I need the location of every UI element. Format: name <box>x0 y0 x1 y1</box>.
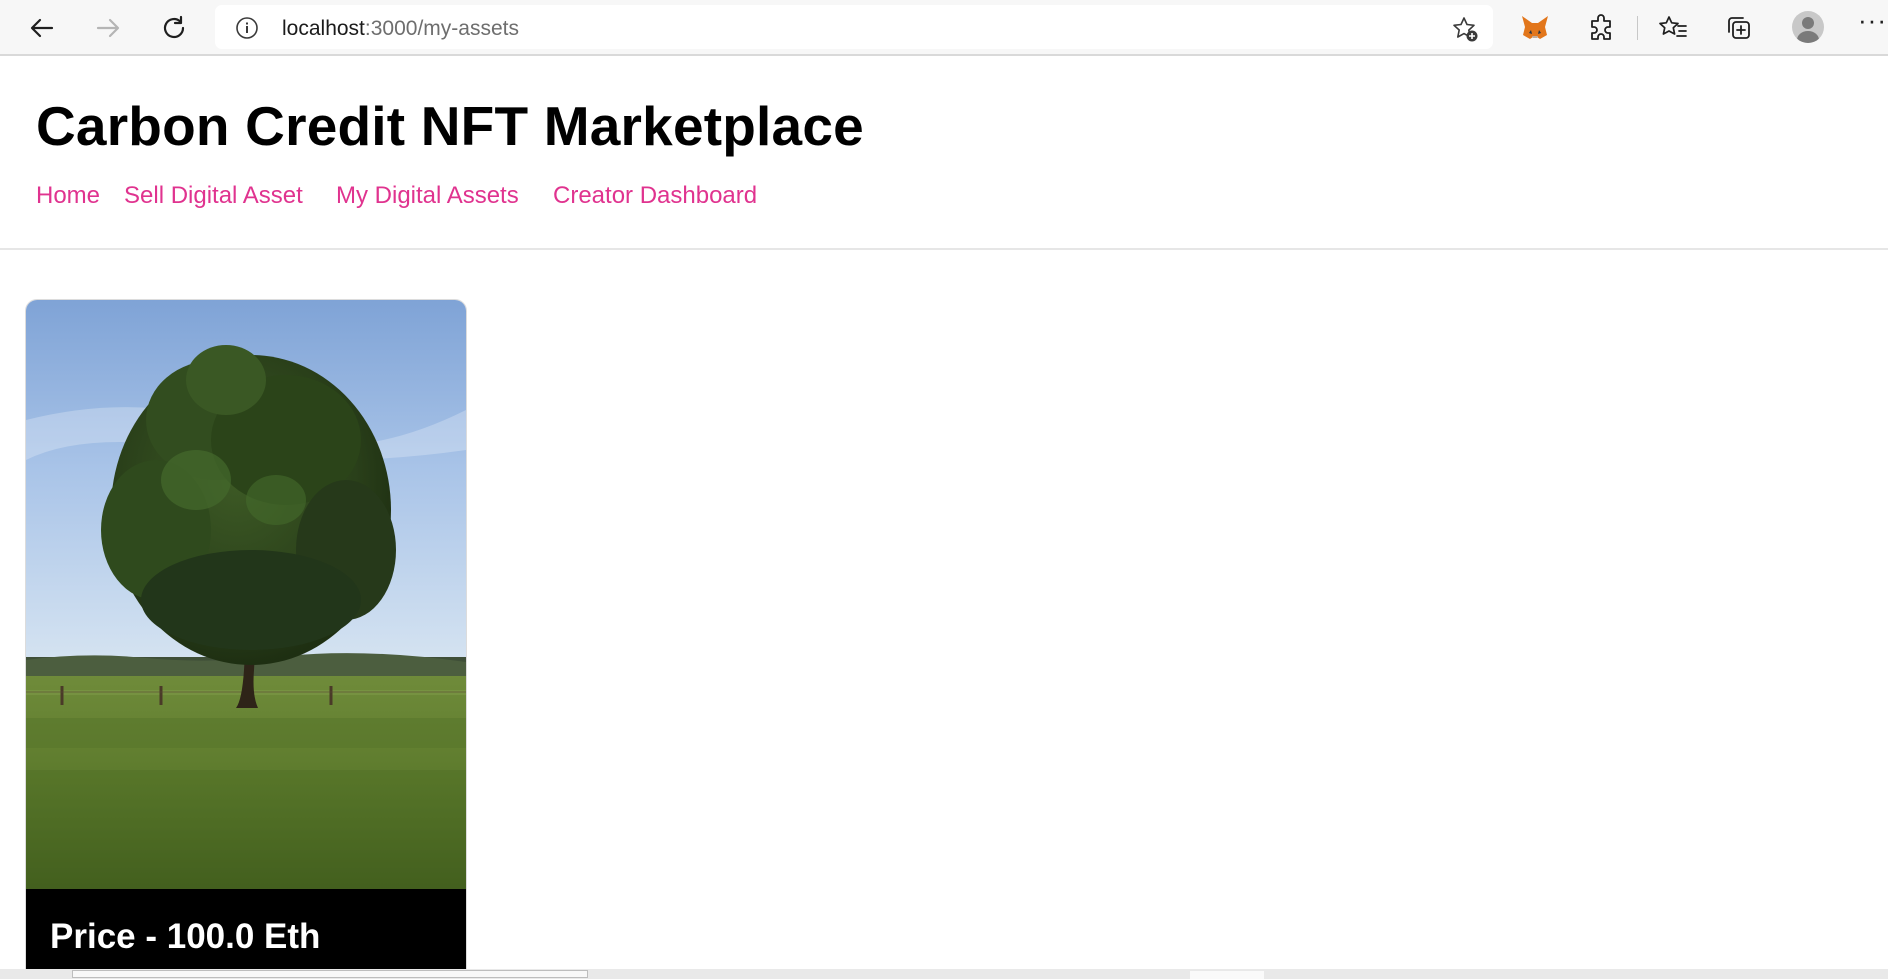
address-bar[interactable]: localhost:3000/my-assets <box>215 5 1493 49</box>
puzzle-icon[interactable] <box>1581 8 1621 48</box>
site-title: Carbon Credit NFT Marketplace <box>36 95 864 157</box>
url-host: localhost <box>282 17 365 40</box>
info-icon[interactable] <box>235 16 259 45</box>
tree-in-field-photo <box>26 300 466 889</box>
avatar-icon[interactable] <box>1792 11 1824 43</box>
asset-price: Price - 100.0 Eth <box>50 917 321 956</box>
back-arrow-icon[interactable] <box>22 8 62 48</box>
star-list-icon[interactable] <box>1653 8 1693 48</box>
fox-icon[interactable] <box>1515 8 1555 48</box>
toolbar-separator <box>1637 16 1638 40</box>
asset-price-footer: Price - 100.0 Eth <box>26 889 466 978</box>
nav-home[interactable]: Home <box>36 182 100 210</box>
browser-toolbar: localhost:3000/my-assets ··· <box>0 0 1888 56</box>
avatar-head <box>1802 17 1814 29</box>
url-path: :3000/my-assets <box>364 17 519 40</box>
ellipsis-icon[interactable]: ··· <box>1858 7 1887 33</box>
nav-my-digital-assets[interactable]: My Digital Assets <box>336 182 519 210</box>
site-header: Carbon Credit NFT Marketplace Home Sell … <box>0 56 1888 250</box>
collections-icon[interactable] <box>1719 8 1759 48</box>
asset-card[interactable]: Price - 100.0 Eth <box>25 299 467 979</box>
url-text[interactable]: localhost:3000/my-assets <box>282 17 519 41</box>
scrollbar-thumb[interactable] <box>72 970 588 978</box>
nav-sell-digital-asset[interactable]: Sell Digital Asset <box>124 182 303 210</box>
avatar-body <box>1797 31 1819 43</box>
star-plus-icon[interactable] <box>1451 15 1479 48</box>
horizontal-scrollbar[interactable] <box>0 969 1888 979</box>
nav-creator-dashboard[interactable]: Creator Dashboard <box>553 182 757 210</box>
forward-arrow-icon[interactable] <box>88 8 128 48</box>
reload-icon[interactable] <box>154 8 194 48</box>
scrollbar-highlight <box>1190 971 1264 979</box>
